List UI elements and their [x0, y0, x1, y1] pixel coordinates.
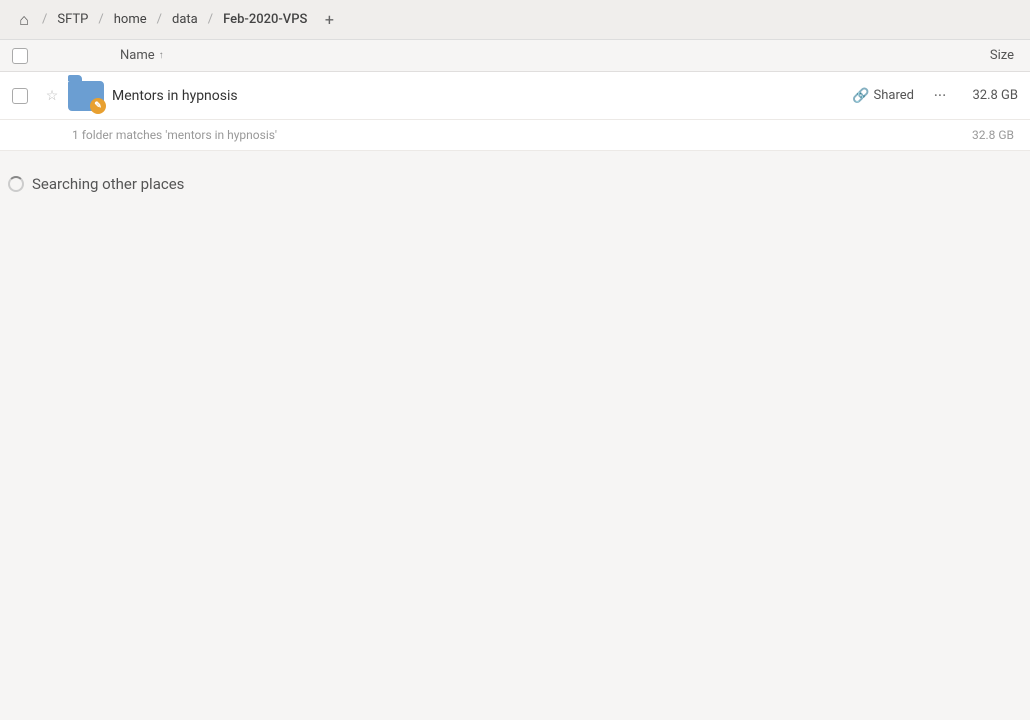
- loading-spinner: [8, 176, 24, 192]
- folder-overlay-icon: ✎: [90, 98, 106, 114]
- separator-3: /: [206, 12, 215, 27]
- separator-2: /: [155, 12, 164, 27]
- shared-badge[interactable]: 🔗 Shared: [852, 88, 914, 104]
- breadcrumb-sftp[interactable]: SFTP: [49, 6, 96, 34]
- row-checkbox-wrapper[interactable]: [8, 88, 32, 104]
- searching-other-label: Searching other places: [32, 175, 184, 193]
- home-icon: ⌂: [19, 10, 29, 30]
- breadcrumb-home[interactable]: home: [106, 6, 155, 34]
- file-size: 32.8 GB: [962, 88, 1022, 103]
- breadcrumb-data[interactable]: data: [164, 6, 206, 34]
- file-name: Mentors in hypnosis: [112, 88, 852, 104]
- shared-label: Shared: [874, 88, 914, 103]
- separator-0: /: [40, 12, 49, 27]
- add-tab-button[interactable]: +: [317, 8, 341, 32]
- star-button[interactable]: ☆: [40, 88, 64, 104]
- separator-1: /: [96, 12, 105, 27]
- breadcrumb-feb-2020-vps[interactable]: Feb-2020-VPS: [215, 6, 315, 34]
- search-status: 32.8 GB 1 folder matches 'mentors in hyp…: [0, 120, 1030, 151]
- sort-arrow-icon: ↑: [159, 50, 164, 61]
- searching-other-section: Searching other places: [0, 151, 1030, 201]
- size-column-header: Size: [942, 48, 1022, 63]
- select-all-checkbox[interactable]: [8, 48, 32, 64]
- home-button[interactable]: ⌂: [8, 4, 40, 36]
- checkbox-all[interactable]: [12, 48, 28, 64]
- header: ⌂ / SFTP / home / data / Feb-2020-VPS +: [0, 0, 1030, 40]
- table-row[interactable]: ☆ ✎ Mentors in hypnosis 🔗 Shared ··· 32.…: [0, 72, 1030, 120]
- search-status-text: 1 folder matches 'mentors in hypnosis': [72, 128, 277, 142]
- row-checkbox[interactable]: [12, 88, 28, 104]
- more-options-button[interactable]: ···: [926, 82, 954, 110]
- share-icon: 🔗: [852, 88, 869, 104]
- search-status-size: 32.8 GB: [972, 128, 1022, 142]
- column-header: Name ↑ Size: [0, 40, 1030, 72]
- name-column-header[interactable]: Name ↑: [120, 48, 942, 63]
- file-icon-wrapper: ✎: [68, 78, 104, 114]
